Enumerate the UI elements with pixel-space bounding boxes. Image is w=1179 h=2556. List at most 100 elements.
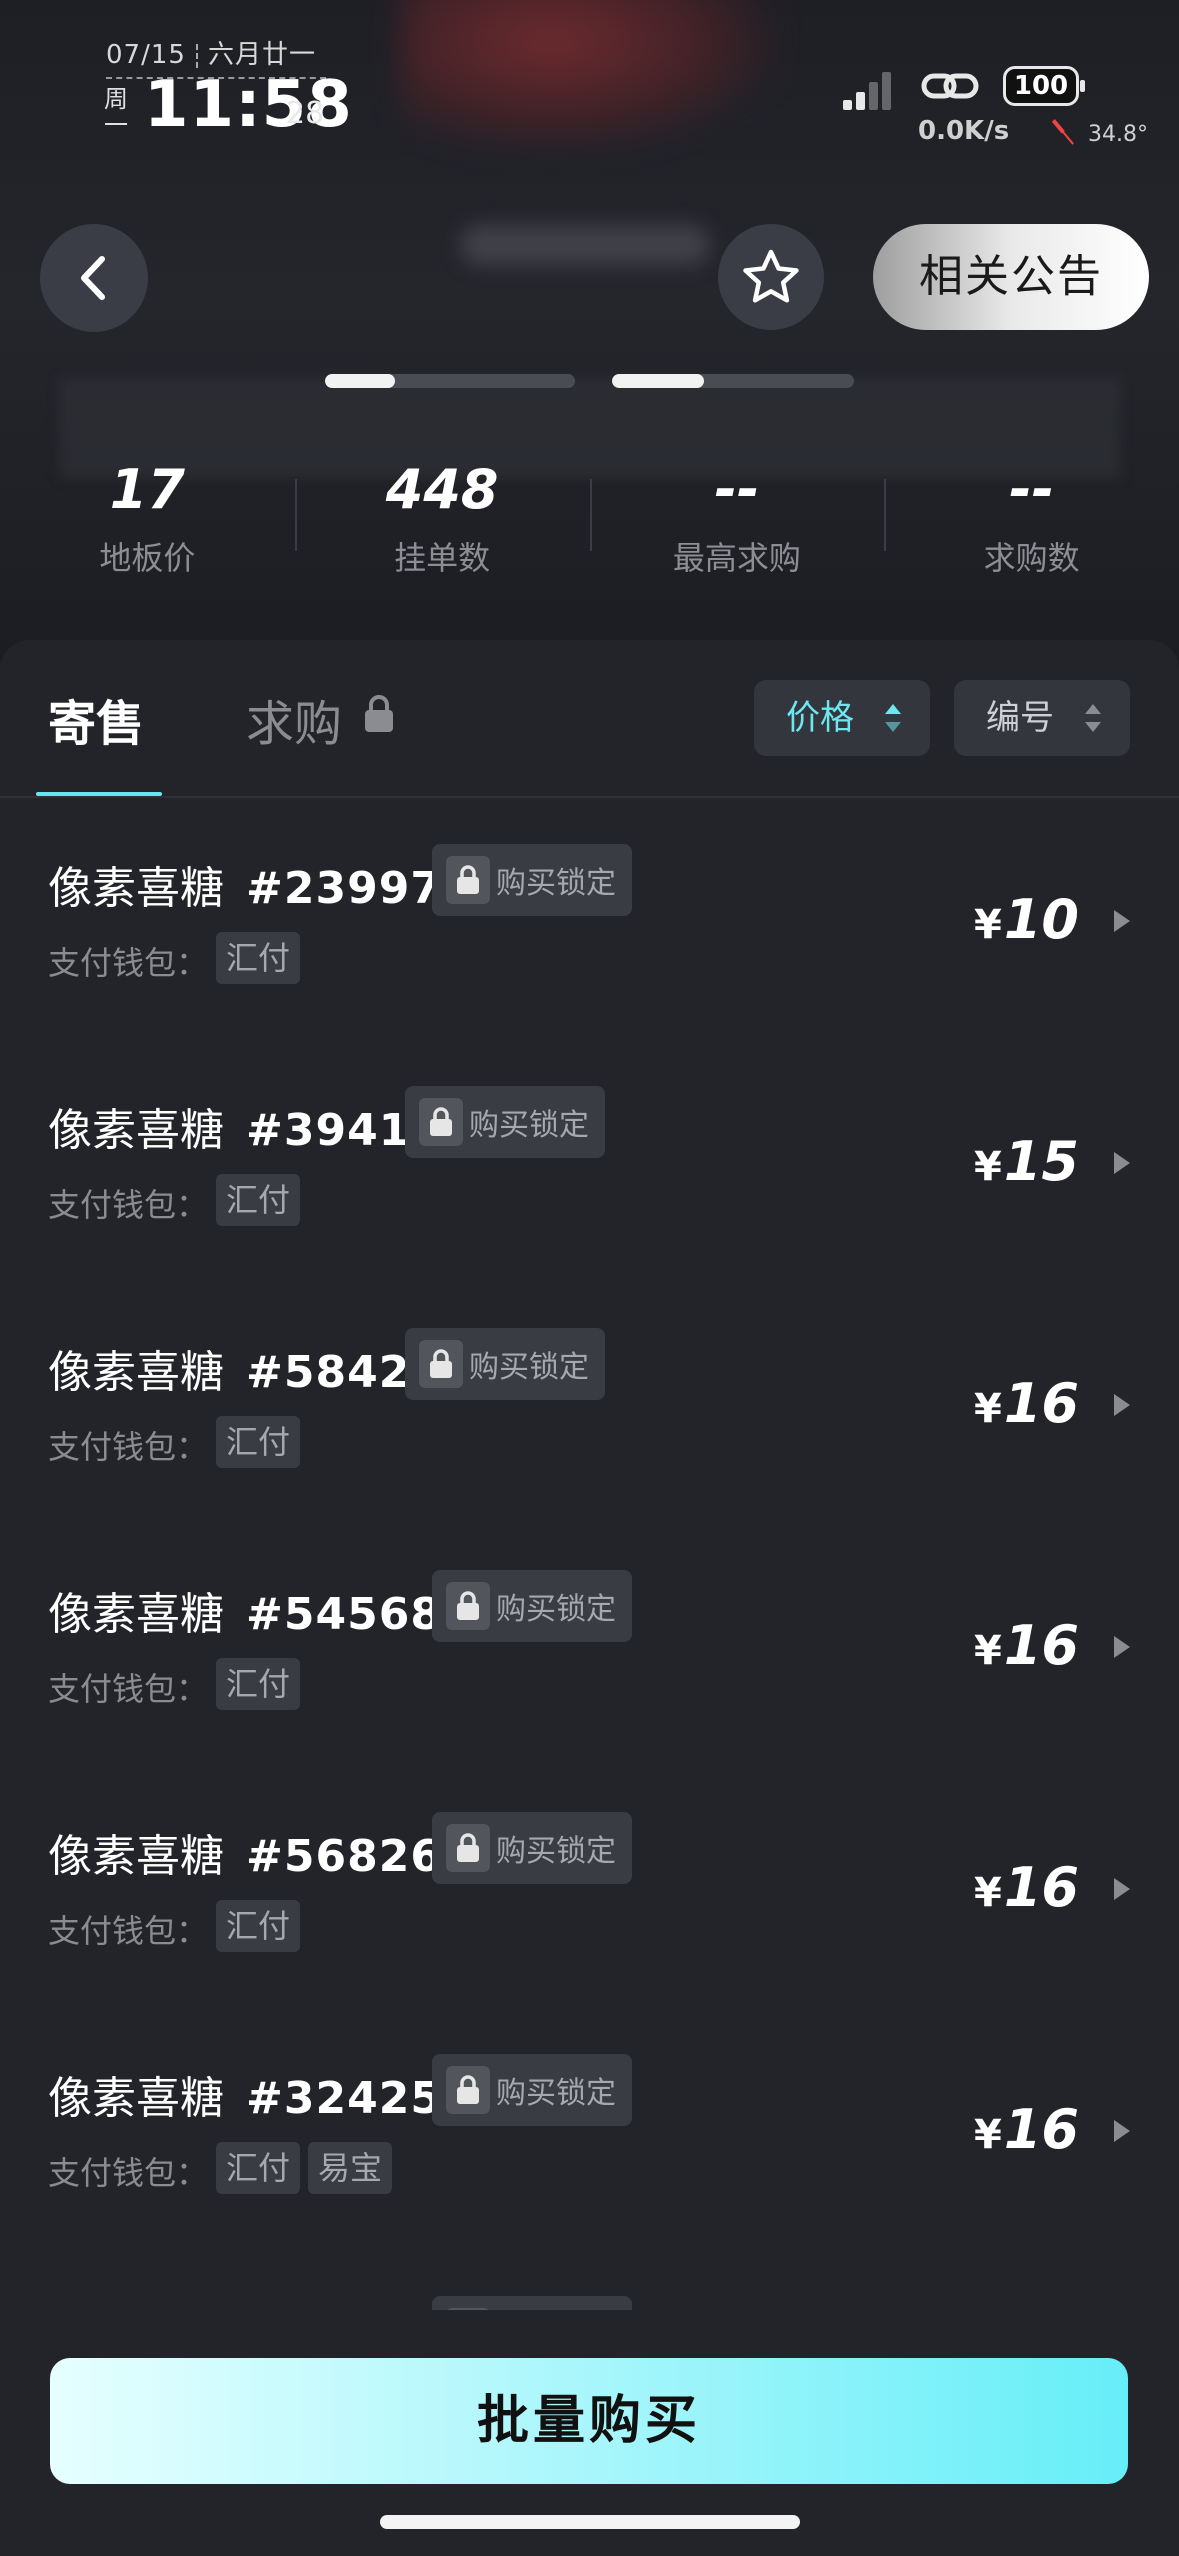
item-title: 像素喜糖 #32425 [48,2062,442,2126]
tab-bar: 寄售 求购 价格 编号 [0,640,1179,798]
listing-list: 像素喜糖 #23997 购买锁定 支付钱包： 汇付 ¥10 像素喜糖 #3941 购买锁定 支付钱… [0,800,1179,2310]
stat-bid-count: -- 求购数 [884,455,1179,595]
listing-item[interactable]: 像素喜糖 #3941 购买锁定 支付钱包： 汇付 ¥15 [0,1042,1179,1284]
chevron-right-icon [1114,1636,1130,1658]
stat-listing-count: 448 挂单数 [294,455,590,595]
item-title: 像素喜糖 #54568 [48,1578,442,1642]
listing-item[interactable]: 像素喜糖 #54568 购买锁定 支付钱包： 汇付 ¥16 [0,1526,1179,1768]
tab-consignment[interactable]: 寄售 [48,684,144,754]
item-number: #3941 [246,1105,411,1156]
price-value: 16 [1003,1614,1079,1677]
lock-icon [365,695,393,732]
favorite-button[interactable] [718,224,824,330]
price-value: 16 [1003,1856,1079,1919]
related-notice-button[interactable]: 相关公告 [873,224,1149,330]
chevron-right-icon [1114,2120,1130,2142]
lock-icon [457,2075,479,2104]
listing-item[interactable]: 像素喜糖 #23997 购买锁定 支付钱包： 汇付 ¥10 [0,800,1179,1042]
purchase-lock-badge: 购买锁定 [432,1570,632,1642]
item-price: ¥16 [974,1614,1079,1677]
purchase-lock-badge: 购买锁定 [432,2054,632,2126]
lock-icon-box [446,2308,490,2310]
tab-purchase-request[interactable]: 求购 [246,684,342,754]
price-value: 15 [1003,1130,1079,1193]
price-value: 16 [1003,2098,1079,2161]
lock-icon [457,865,479,894]
sort-arrows-icon [1085,704,1101,732]
collection-header: 07/15 六月廿一 周一 11:58 28 100 0.0K/s ╿ 34.8°… [0,0,1179,660]
hotspot-link-icon [921,73,979,99]
lock-icon-box [446,1824,490,1872]
item-number: #32425 [246,2073,442,2124]
item-name: 像素喜糖 [48,2073,224,2124]
currency-symbol: ¥ [974,1870,1002,1916]
lock-icon-box [419,1098,463,1146]
lock-label: 购买锁定 [496,1834,616,1869]
signal-icon [843,70,893,110]
item-name: 像素喜糖 [48,1589,224,1640]
stat-highest-bid: -- 最高求购 [589,455,885,595]
item-name: 像素喜糖 [48,1347,224,1398]
item-name: 像素喜糖 [48,1831,224,1882]
item-price: ¥15 [974,1130,1079,1193]
bulk-buy-button[interactable]: 批量购买 [50,2358,1128,2484]
price-value: 16 [1003,1372,1079,1435]
temperature: 34.8° [1088,122,1148,147]
item-name: 像素喜糖 [48,1105,224,1156]
item-number: #56826 [246,1831,442,1882]
item-price: ¥16 [974,1372,1079,1435]
lock-label: 购买锁定 [496,866,616,901]
lock-icon [457,1591,479,1620]
item-title: 像素喜糖 #3941 [48,1094,410,1158]
item-number: #5842 [246,1347,411,1398]
lock-icon [430,1107,452,1136]
chevron-right-icon [1114,1394,1130,1416]
item-title: 像素喜糖 #5842 [48,1336,410,1400]
lock-icon-box [446,1582,490,1630]
item-title: 像素喜糖 [48,2304,246,2310]
blurred-cover-image [400,0,780,150]
item-price: ¥10 [974,888,1079,951]
item-title: 像素喜糖 #23997 [48,852,442,916]
currency-symbol: ¥ [974,2112,1002,2158]
status-seconds: 28 [286,96,325,131]
listing-panel: 寄售 求购 价格 编号 像素喜糖 #23997 购买锁定 支付钱包： 汇付 ¥10 像素喜糖… [0,640,1179,2556]
wallet-label: 支付钱包： [48,2154,209,2192]
listing-item[interactable]: 像素喜糖 #5842 购买锁定 支付钱包： 汇付 ¥16 [0,1284,1179,1526]
wallet-label: 支付钱包： [48,1670,209,1708]
item-title: 像素喜糖 #56826 [48,1820,442,1884]
listing-item[interactable]: 像素喜糖 购买锁定 [0,2252,1179,2310]
progress-bar-2 [612,374,854,388]
purchase-lock-badge: 购买锁定 [432,844,632,916]
purchase-lock-badge: 购买锁定 [432,2296,632,2310]
currency-symbol: ¥ [974,1386,1002,1432]
wallet-tag: 汇付 [216,2142,301,2194]
lock-icon [430,1349,452,1378]
stat-floor-price: 17 地板价 [99,458,196,577]
item-price: ¥16 [974,2098,1079,2161]
wallet-tag: 汇付 [216,1416,301,1468]
chevron-right-icon [1114,910,1130,932]
purchase-lock-badge: 购买锁定 [405,1086,605,1158]
sort-by-number-button[interactable]: 编号 [954,680,1130,756]
lock-icon-box [446,856,490,904]
thermometer-icon: ╿ [1048,116,1080,150]
home-indicator [380,2515,800,2529]
purchase-lock-badge: 购买锁定 [432,1812,632,1884]
sort-by-price-button[interactable]: 价格 [754,680,930,756]
wallet-label: 支付钱包： [48,1186,209,1224]
listing-item[interactable]: 像素喜糖 #56826 购买锁定 支付钱包： 汇付 ¥16 [0,1768,1179,2010]
listing-item[interactable]: 像素喜糖 #32425 购买锁定支付钱包： 汇付 易宝 ¥16 [0,2010,1179,2252]
wallet-label: 支付钱包： [48,1428,209,1466]
chevron-right-icon [1114,1878,1130,1900]
wallet-tag: 易宝 [308,2142,393,2194]
wallet-tag: 汇付 [216,932,301,984]
chevron-left-icon [81,256,105,300]
progress-bar-1 [325,374,575,388]
back-button[interactable] [40,224,148,332]
currency-symbol: ¥ [974,902,1002,948]
lock-icon-box [419,1340,463,1388]
item-number: #54568 [246,1589,442,1640]
tab-divider [0,796,1179,798]
wallet-tag: 汇付 [216,1900,301,1952]
